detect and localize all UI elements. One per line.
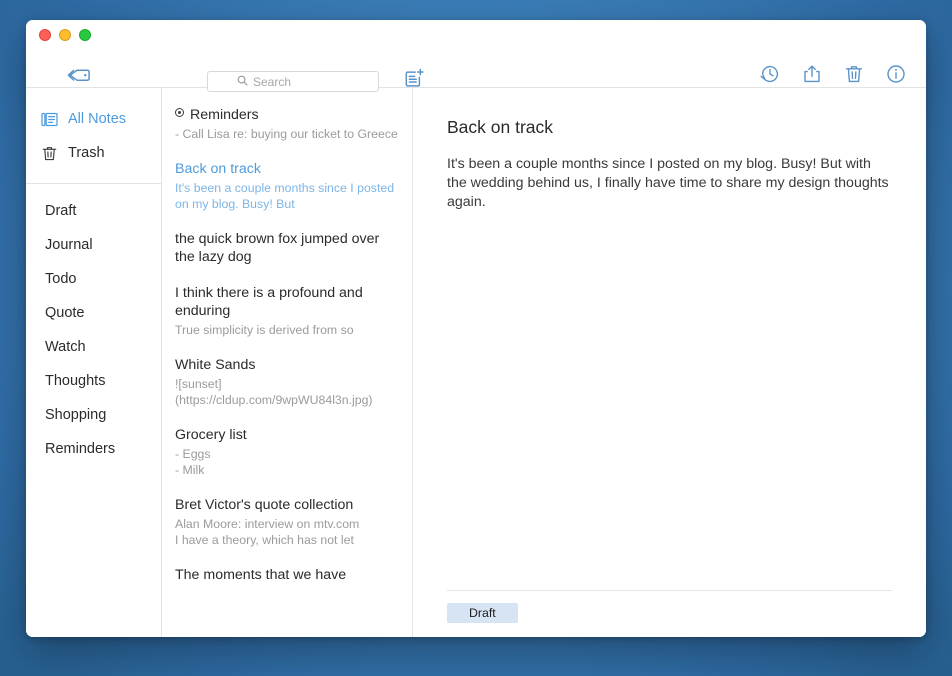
note-title-row: Grocery list (175, 426, 399, 444)
note-editor-title[interactable]: Back on track (447, 116, 892, 138)
note-title: the quick brown fox jumped over the lazy… (175, 230, 399, 266)
new-note-icon (403, 67, 425, 94)
tag-label: Quote (45, 305, 85, 321)
tag-label: Reminders (45, 441, 115, 457)
sidebar-tag-thoughts[interactable]: Thoughts (26, 364, 161, 398)
note-title: Bret Victor's quote collection (175, 496, 353, 514)
note-title-row: The moments that we have (175, 566, 399, 584)
sidebar-item-all-notes[interactable]: All Notes (26, 102, 161, 136)
traffic-lights (39, 29, 91, 41)
search-field[interactable] (207, 71, 379, 92)
note-list-item[interactable]: the quick brown fox jumped over the lazy… (162, 224, 412, 278)
note-preview: - Eggs - Milk (175, 446, 399, 478)
note-preview: Alan Moore: interview on mtv.com I have … (175, 516, 399, 548)
note-list[interactable]: Reminders - Call Lisa re: buying our tic… (162, 88, 413, 637)
close-window-button[interactable] (39, 29, 51, 41)
sidebar-divider (26, 183, 161, 184)
sidebar-item-trash[interactable]: Trash (26, 136, 161, 170)
note-list-item[interactable]: The moments that we have (162, 560, 412, 596)
info-circle-icon (885, 63, 907, 90)
note-title: White Sands (175, 356, 255, 374)
note-title: The moments that we have (175, 566, 346, 584)
note-title-row: Back on track (175, 160, 399, 178)
note-title-row: Reminders (175, 106, 399, 124)
maximize-window-button[interactable] (79, 29, 91, 41)
share-button[interactable] (800, 64, 824, 88)
note-title: Back on track (175, 160, 261, 178)
note-title-row: Bret Victor's quote collection (175, 496, 399, 514)
note-list-item-selected[interactable]: Back on track It's been a couple months … (162, 154, 412, 224)
note-preview: - Call Lisa re: buying our ticket to Gre… (175, 126, 399, 142)
note-preview: ![sunset](https://cldup.com/9wpWU84l3n.j… (175, 376, 399, 408)
tag-chevron-icon (66, 67, 92, 94)
tag-sidebar: All Notes Trash Draft (26, 88, 162, 637)
note-list-item[interactable]: Bret Victor's quote collection Alan Moor… (162, 490, 412, 560)
note-title: Grocery list (175, 426, 247, 444)
search-input[interactable] (253, 75, 349, 89)
pin-icon (175, 108, 184, 117)
info-button[interactable] (884, 64, 908, 88)
note-tag-bar[interactable]: Draft (447, 590, 892, 637)
share-upload-icon (801, 63, 823, 90)
note-title: I think there is a profound and enduring (175, 284, 399, 320)
tag-label: Journal (45, 237, 93, 253)
note-list-item[interactable]: White Sands ![sunset](https://cldup.com/… (162, 350, 412, 420)
tag-label: Watch (45, 339, 86, 355)
tag-label: Todo (45, 271, 76, 287)
note-title-row: White Sands (175, 356, 399, 374)
sidebar-tag-reminders[interactable]: Reminders (26, 432, 161, 466)
tag-label: Thoughts (45, 373, 105, 389)
history-clock-icon (759, 63, 781, 90)
all-notes-icon (40, 111, 58, 128)
trash-icon (843, 63, 865, 90)
note-preview: True simplicity is derived from so (175, 322, 399, 338)
note-list-item[interactable]: I think there is a profound and enduring… (162, 278, 412, 350)
tag-label: Shopping (45, 407, 106, 423)
toolbar-actions (758, 64, 908, 88)
sidebar-item-label: Trash (68, 145, 105, 161)
note-editor[interactable]: Back on track It's been a couple months … (413, 88, 926, 637)
sidebar-tag-quote[interactable]: Quote (26, 296, 161, 330)
sidebar-tag-watch[interactable]: Watch (26, 330, 161, 364)
toolbar (26, 20, 926, 88)
search-icon (237, 73, 248, 91)
tag-sidebar-toggle-button[interactable] (62, 65, 96, 95)
app-window: All Notes Trash Draft (26, 20, 926, 637)
new-note-button[interactable] (398, 65, 430, 95)
sidebar-item-label: All Notes (68, 111, 126, 127)
note-title-row: I think there is a profound and enduring (175, 284, 399, 320)
editor-spacer (447, 212, 892, 590)
note-list-item[interactable]: Reminders - Call Lisa re: buying our tic… (162, 100, 412, 154)
tag-label: Draft (45, 203, 76, 219)
note-title-row: the quick brown fox jumped over the lazy… (175, 230, 399, 266)
sidebar-tag-shopping[interactable]: Shopping (26, 398, 161, 432)
note-title: Reminders (190, 106, 259, 124)
main-content: All Notes Trash Draft (26, 88, 926, 637)
history-button[interactable] (758, 64, 782, 88)
trash-icon (40, 145, 58, 162)
note-preview: It's been a couple months since I posted… (175, 180, 399, 212)
note-list-item[interactable]: Grocery list - Eggs - Milk (162, 420, 412, 490)
sidebar-tag-draft[interactable]: Draft (26, 194, 161, 228)
note-editor-body[interactable]: It's been a couple months since I posted… (447, 155, 892, 212)
minimize-window-button[interactable] (59, 29, 71, 41)
trash-button[interactable] (842, 64, 866, 88)
note-tag-chip[interactable]: Draft (447, 603, 518, 623)
sidebar-tag-todo[interactable]: Todo (26, 262, 161, 296)
sidebar-tag-journal[interactable]: Journal (26, 228, 161, 262)
